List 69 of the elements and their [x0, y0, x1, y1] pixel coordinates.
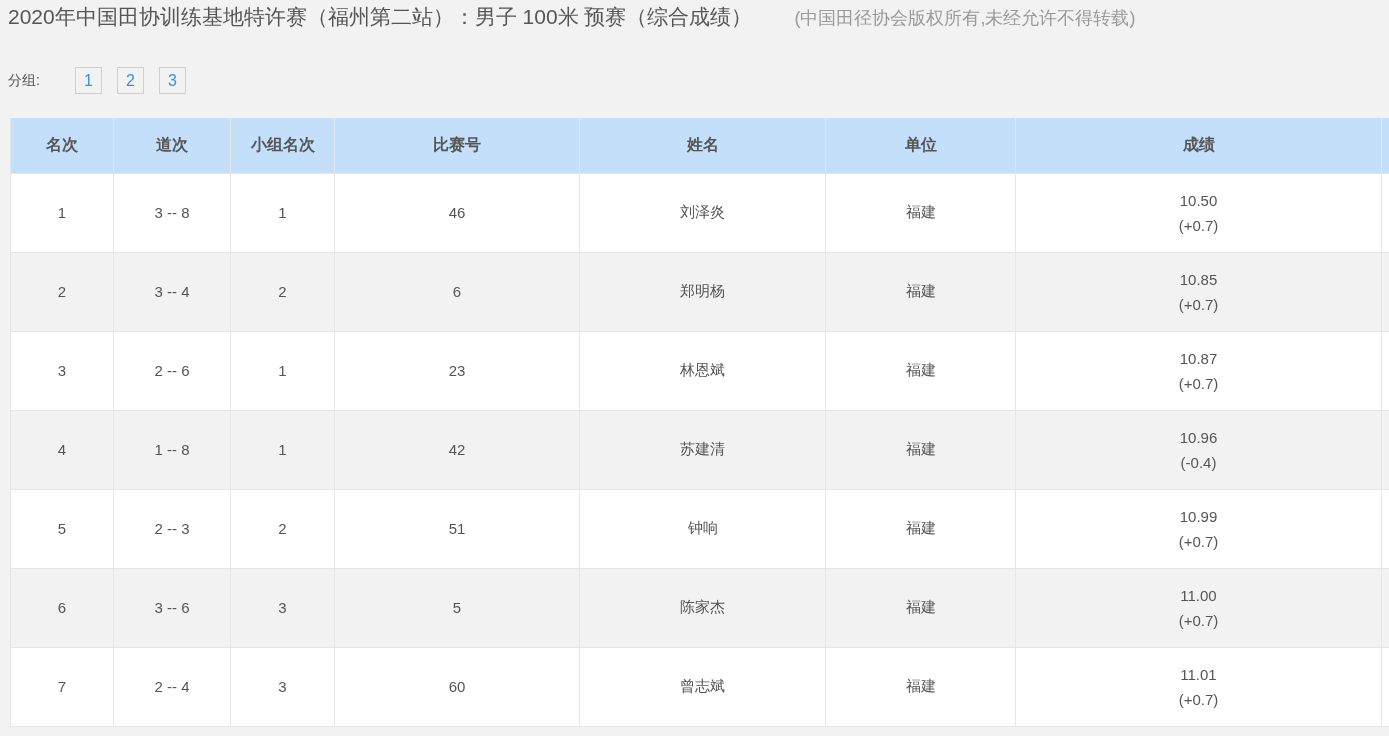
table-cell: 3 — [230, 647, 335, 726]
table-cell: 5 — [10, 489, 114, 568]
result-time: 10.50 — [1178, 190, 1219, 211]
table-cell: 福建 — [825, 173, 1016, 252]
table-cell: 3 — [230, 568, 335, 647]
table-cell: 6 — [10, 568, 114, 647]
copyright-note: (中国田径协会版权所有,未经允许不得转载) — [794, 7, 1136, 30]
table-cell: 钟响 — [579, 489, 826, 568]
result-time: 11.00 — [1179, 585, 1218, 606]
wind-reading: (+0.7) — [1177, 531, 1220, 552]
table-cell: 1 -- 8 — [113, 410, 231, 489]
table-cell: 2 — [10, 252, 114, 331]
table-cell: 6 — [334, 252, 580, 331]
wind-reading: (+0.7) — [1177, 215, 1220, 236]
table-cell: 4 — [10, 410, 114, 489]
result-time: 10.85 — [1178, 269, 1219, 290]
table-cell: 3 — [10, 331, 114, 410]
table-cell: 3 -- 6 — [113, 568, 231, 647]
table-cell: 福建 — [825, 410, 1016, 489]
table-cell: 7 — [10, 647, 114, 726]
table-cell: 福建 — [825, 647, 1016, 726]
table-cell: 2 — [230, 489, 335, 568]
table-cell: 2 -- 3 — [113, 489, 231, 568]
table-cell: 51 — [334, 489, 580, 568]
table-cell: 苏建清 — [579, 410, 826, 489]
table-cell: 福建 — [825, 568, 1016, 647]
table-cell: 42 — [334, 410, 580, 489]
table-cell: 2 — [230, 252, 335, 331]
table-cell: 5 — [334, 568, 580, 647]
table-cell: 1 — [10, 173, 114, 252]
table-cell: 3 -- 4 — [113, 252, 231, 331]
group-button[interactable]: 1 — [75, 67, 102, 94]
column-header: 名次 — [10, 118, 114, 173]
column-header: 成绩 — [1015, 118, 1382, 173]
wind-reading: (+0.7) — [1177, 373, 1220, 394]
table-cell: 郑明杨 — [579, 252, 826, 331]
wind-reading: (+0.7) — [1177, 610, 1220, 631]
table-cell: 陈家杰 — [579, 568, 826, 647]
table-cell: 46 — [334, 173, 580, 252]
table-cell: 2 -- 6 — [113, 331, 231, 410]
table-cell: 3 -- 8 — [113, 173, 231, 252]
result-time: 10.87 — [1178, 348, 1219, 369]
result-time: 10.99 — [1178, 506, 1219, 527]
result-time: 11.01 — [1179, 664, 1218, 685]
table-cell: 福建 — [825, 252, 1016, 331]
wind-reading: (+0.7) — [1177, 294, 1220, 315]
group-label: 分组: — [8, 71, 41, 90]
column-header: 道次 — [113, 118, 231, 173]
table-cell: 60 — [334, 647, 580, 726]
column-header: 姓名 — [579, 118, 826, 173]
table-cell: 2 -- 4 — [113, 647, 231, 726]
group-button[interactable]: 2 — [117, 67, 144, 94]
table-cell: 1 — [230, 410, 335, 489]
result-time: 10.96 — [1178, 427, 1219, 448]
wind-reading: (-0.4) — [1179, 452, 1218, 473]
table-cell: 福建 — [825, 489, 1016, 568]
page-title: 2020年中国田协训练基地特许赛（福州第二站）：男子 100米 预赛（综合成绩） — [8, 4, 753, 30]
table-cell: 1 — [230, 331, 335, 410]
wind-reading: (+0.7) — [1177, 689, 1220, 710]
table-cell: 福建 — [825, 331, 1016, 410]
table-cell: 23 — [334, 331, 580, 410]
column-header: 比赛号 — [334, 118, 580, 173]
column-header: 单位 — [825, 118, 1016, 173]
table-cell: 1 — [230, 173, 335, 252]
group-button[interactable]: 3 — [159, 67, 186, 94]
column-header: 小组名次 — [230, 118, 335, 173]
table-cell: 刘泽炎 — [579, 173, 826, 252]
table-cell: 林恩斌 — [579, 331, 826, 410]
table-cell: 曾志斌 — [579, 647, 826, 726]
